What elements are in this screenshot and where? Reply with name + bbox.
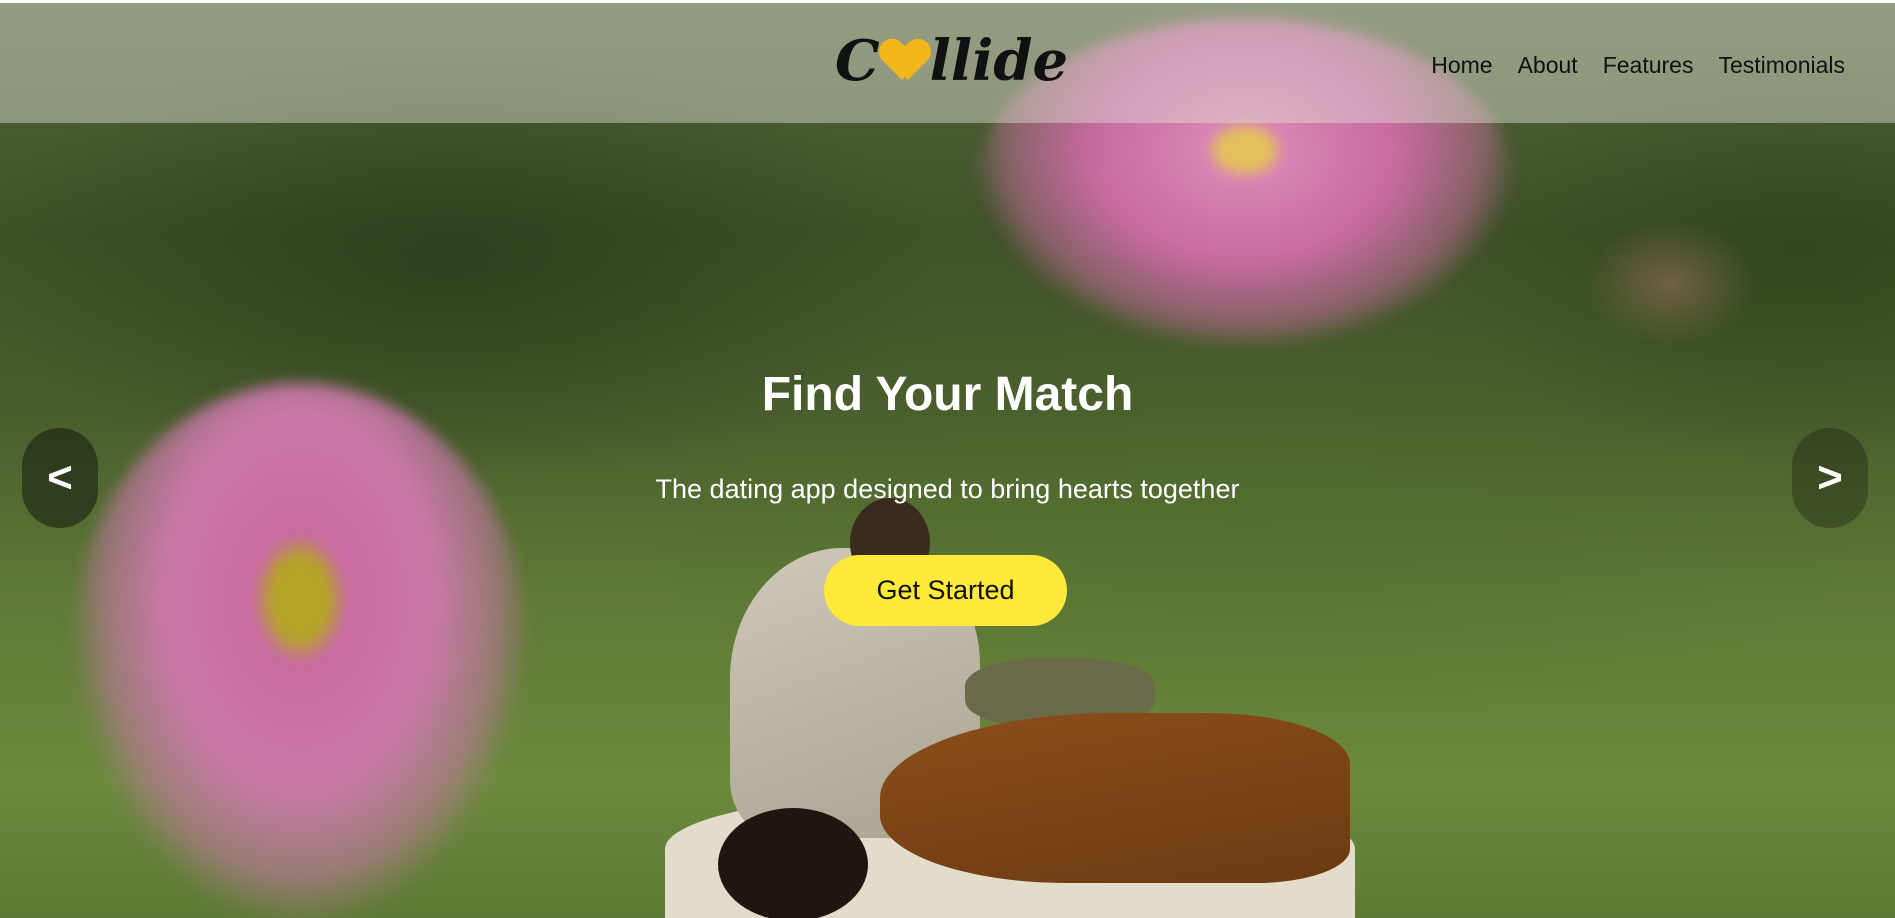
heart-icon bbox=[882, 40, 928, 84]
get-started-button[interactable]: Get Started bbox=[824, 555, 1067, 626]
hero-carousel bbox=[0, 3, 1895, 918]
background-photo-legs bbox=[965, 658, 1155, 728]
logo-text-prefix: C bbox=[835, 28, 880, 94]
nav-link-testimonials[interactable]: Testimonials bbox=[1718, 51, 1845, 79]
logo-text-suffix: llide bbox=[929, 28, 1069, 94]
background-photo-blanket bbox=[665, 793, 1355, 918]
background-flower bbox=[70, 383, 530, 918]
logo[interactable]: Cllide bbox=[835, 31, 1068, 91]
background-photo-woman bbox=[880, 713, 1350, 883]
hero-subtitle: The dating app designed to bring hearts … bbox=[655, 474, 1240, 504]
hero-title: Find Your Match bbox=[761, 368, 1134, 421]
nav-link-about[interactable]: About bbox=[1518, 51, 1578, 79]
nav-link-features[interactable]: Features bbox=[1603, 51, 1694, 79]
navbar: Cllide Home About Features Testimonials bbox=[0, 3, 1895, 123]
main-nav: Home About Features Testimonials bbox=[1431, 51, 1845, 79]
nav-link-home[interactable]: Home bbox=[1431, 51, 1492, 79]
background-photo-woman-hair bbox=[718, 808, 868, 918]
